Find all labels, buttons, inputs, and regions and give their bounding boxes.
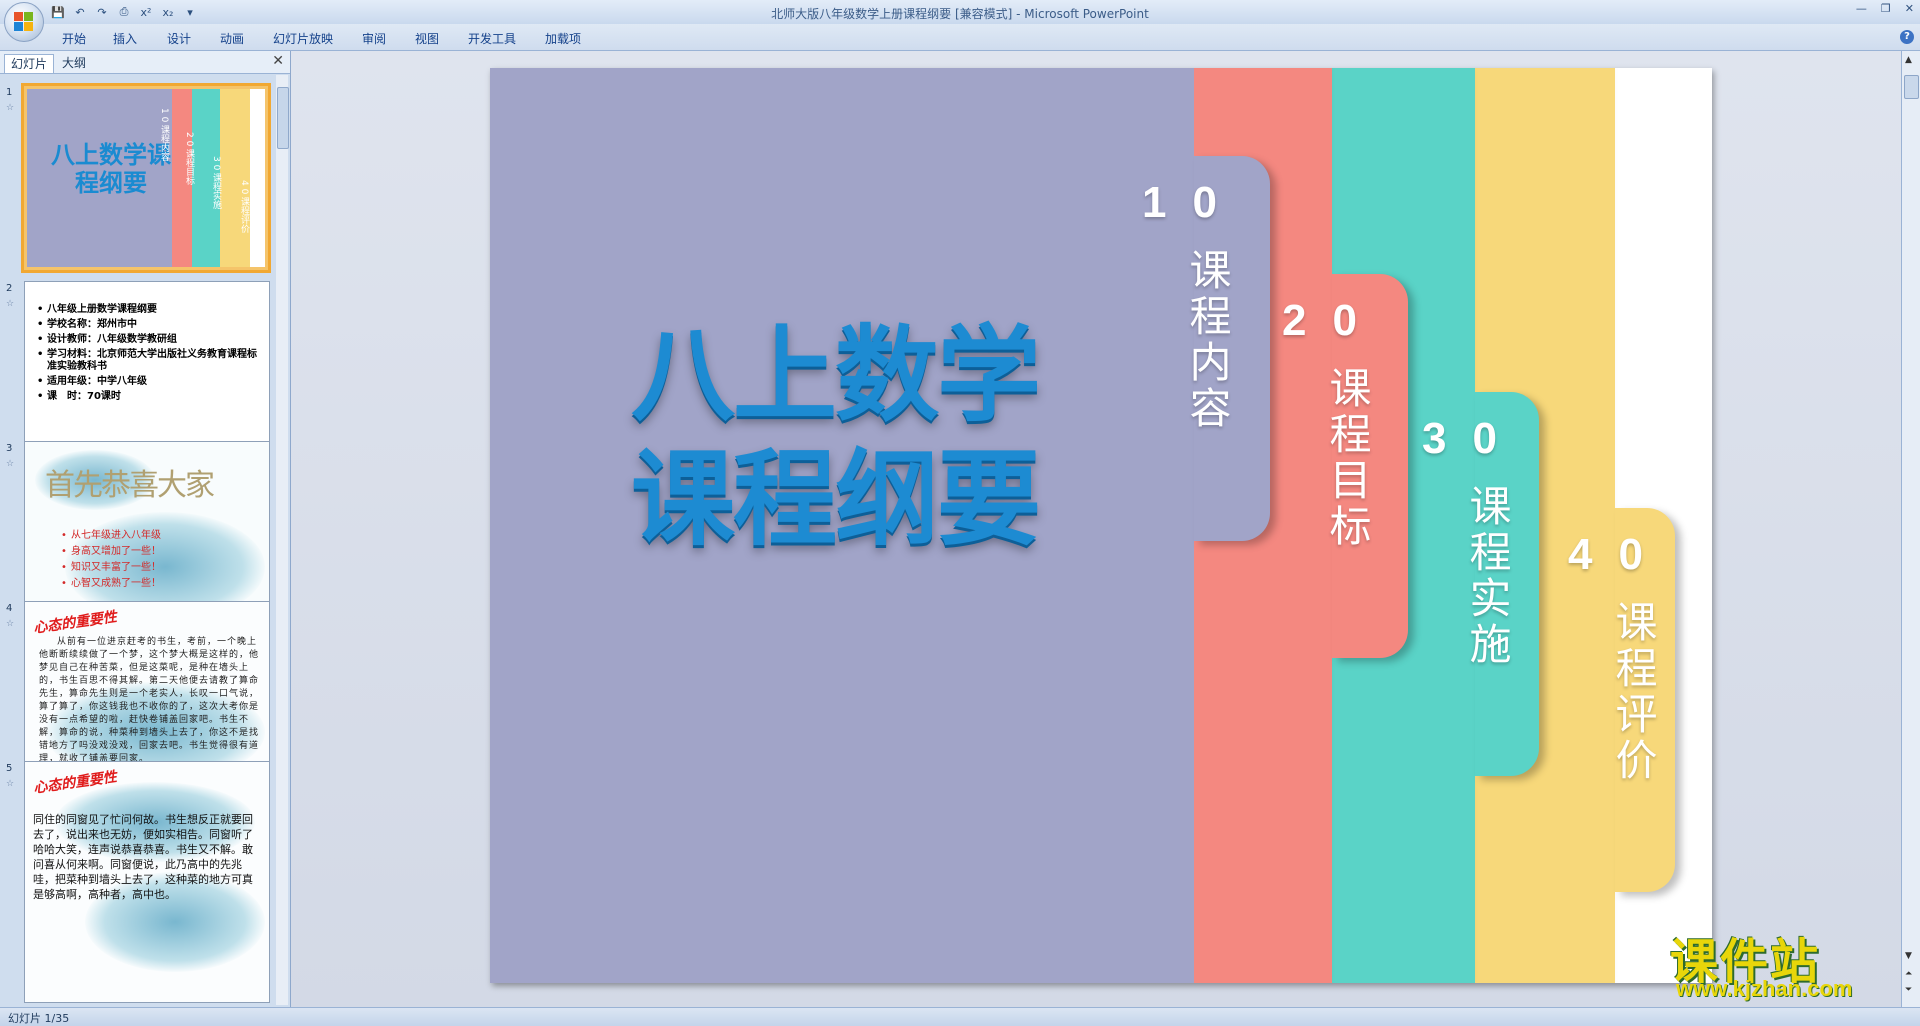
slide-title[interactable]: 八上数学 课程纲要 — [605, 313, 1065, 561]
scrollbar-thumb[interactable] — [277, 87, 289, 149]
tab-animations[interactable]: 动画 — [220, 30, 244, 47]
slide-title-line: 八上数学 — [630, 314, 1041, 436]
list-item: 学校名称：郑州市中 — [37, 319, 262, 331]
slide-thumbnail-3[interactable]: 首先恭喜大家 从七年级进入八年级 身高又增加了一些！ 知识又丰富了一些！ 心智又… — [24, 441, 270, 627]
tab-home[interactable]: 开始 — [62, 30, 86, 47]
section-number[interactable]: 20 — [1282, 296, 1383, 346]
slide-thumbnail-4[interactable]: 心态的重要性 从前有一位进京赶考的书生，考前，一个晚上他断断续续做了一个梦，这个… — [24, 601, 270, 787]
current-slide[interactable]: 八上数学 课程纲要 10 课程内容 20 课程目标 30 课程实施 40 课程评… — [490, 68, 1712, 983]
slide-number: 3 — [6, 443, 13, 454]
thumb-tab-label: 2 0 课程目标 — [184, 132, 194, 186]
window-title: 北师大版八年级数学上册课程纲要 [兼容模式] - Microsoft Power… — [771, 7, 1149, 21]
slide-number: 4 — [6, 603, 13, 614]
tab-insert[interactable]: 插入 — [113, 30, 137, 47]
animation-star-icon: ☆ — [6, 459, 15, 469]
slide-counter: 幻灯片 1/35 — [8, 1012, 70, 1025]
slides-pane: 幻灯片 大纲 ✕ 1 ☆ 八上数学课程纲要 1 0 课程内容 2 0 课程目标 … — [0, 51, 291, 1007]
prev-slide-icon[interactable]: ⏶ — [1905, 969, 1912, 979]
tab-review[interactable]: 审阅 — [362, 30, 386, 47]
tab-outline[interactable]: 大纲 — [56, 54, 92, 72]
ribbon-tabs: 开始 插入 设计 动画 幻灯片放映 审阅 视图 开发工具 加载项 ? — [0, 24, 1920, 51]
scroll-down-icon[interactable]: ▼ — [1905, 951, 1912, 961]
section-number[interactable]: 10 — [1142, 178, 1243, 228]
slide-number: 5 — [6, 763, 13, 774]
animation-star-icon: ☆ — [6, 619, 15, 629]
section-label[interactable]: 课程目标 — [1317, 366, 1378, 550]
window-controls: — ❐ ✕ — [1856, 2, 1914, 15]
thumb-body-text: 同住的同窗见了忙问何故。书生想反正就要回去了，说出来也无妨，便如实相告。同窗听了… — [33, 813, 253, 901]
thumb-bullet-list: 八年级上册数学课程纲要 学校名称：郑州市中 设计教师：八年级数学教研组 学习材料… — [37, 304, 262, 406]
tab-slides[interactable]: 幻灯片 — [4, 54, 55, 73]
minimize-icon[interactable]: — — [1856, 2, 1867, 15]
list-item: 学习材料：北京师范大学出版社义务教育课程标准实验教科书 — [37, 349, 262, 373]
tab-slideshow[interactable]: 幻灯片放映 — [273, 30, 333, 47]
scrollbar-thumb[interactable] — [1904, 75, 1919, 99]
close-icon[interactable]: ✕ — [1905, 2, 1914, 15]
pane-scrollbar[interactable] — [276, 75, 289, 1005]
status-bar: 幻灯片 1/35 — [0, 1007, 1920, 1026]
thumb-tab-label: 4 0 课程评价 — [239, 180, 249, 234]
thumb-title: 心态的重要性 — [32, 609, 118, 637]
next-slide-icon[interactable]: ⏷ — [1905, 985, 1912, 995]
section-number[interactable]: 30 — [1422, 414, 1523, 464]
thumb-band-white — [250, 89, 265, 267]
section-number[interactable]: 40 — [1568, 530, 1669, 580]
list-item: 心智又成熟了一些！ — [61, 576, 161, 592]
restore-icon[interactable]: ❐ — [1881, 2, 1891, 15]
site-watermark: 课件站 www.kjzhan.com — [1670, 922, 1902, 1006]
thumb-tab-label: 1 0 课程内容 — [159, 108, 169, 162]
list-item: 身高又增加了一些！ — [61, 544, 161, 560]
section-label[interactable]: 课程内容 — [1177, 248, 1238, 432]
slide-thumbnail-2[interactable]: 八年级上册数学课程纲要 学校名称：郑州市中 设计教师：八年级数学教研组 学习材料… — [24, 281, 270, 467]
slide-title-line: 课程纲要 — [630, 438, 1041, 560]
list-item: 知识又丰富了一些！ — [61, 560, 161, 576]
scroll-up-icon[interactable]: ▲ — [1905, 55, 1912, 65]
list-item: 适用年级：中学八年级 — [37, 376, 262, 388]
watermark-url: www.kjzhan.com — [1676, 976, 1853, 1001]
thumb-bullet-list: 从七年级进入八年级 身高又增加了一些！ 知识又丰富了一些！ 心智又成熟了一些！ — [61, 528, 161, 592]
section-label[interactable]: 课程评价 — [1603, 600, 1664, 784]
list-item: 设计教师：八年级数学教研组 — [37, 334, 262, 346]
slide-number: 1 — [6, 87, 13, 98]
tab-addins[interactable]: 加载项 — [545, 30, 581, 47]
section-label[interactable]: 课程实施 — [1457, 484, 1518, 668]
pane-tabs: 幻灯片 大纲 ✕ — [0, 51, 290, 74]
tab-developer[interactable]: 开发工具 — [468, 30, 516, 47]
thumb-tab-label: 3 0 课程实施 — [211, 156, 221, 210]
thumb-title: 首先恭喜大家 — [45, 468, 215, 503]
office-logo-icon — [14, 12, 34, 32]
help-icon[interactable]: ? — [1900, 30, 1914, 44]
tab-view[interactable]: 视图 — [415, 30, 439, 47]
title-bar: 💾 ↶ ↷ ⎙ x² x₂ ▾ 北师大版八年级数学上册课程纲要 [兼容模式] -… — [0, 0, 1920, 24]
close-pane-icon[interactable]: ✕ — [272, 53, 284, 69]
list-item: 八年级上册数学课程纲要 — [37, 304, 262, 316]
slide-thumbnail-1[interactable]: 八上数学课程纲要 1 0 课程内容 2 0 课程目标 3 0 课程实施 4 0 … — [21, 83, 271, 273]
editor-scrollbar[interactable]: ▲ ▼ ⏶ ⏷ — [1901, 51, 1920, 1007]
slide-thumbnail-5[interactable]: 心态的重要性 同住的同窗见了忙问何故。书生想反正就要回去了，说出来也无妨，便如实… — [24, 761, 270, 1003]
tab-design[interactable]: 设计 — [167, 30, 191, 47]
thumb-title: 八上数学课程纲要 — [51, 141, 171, 197]
list-item: 从七年级进入八年级 — [61, 528, 161, 544]
animation-star-icon: ☆ — [6, 779, 15, 789]
list-item: 课 时：70课时 — [37, 391, 262, 403]
animation-star-icon: ☆ — [6, 103, 15, 113]
office-button[interactable] — [4, 2, 44, 42]
slide-number: 2 — [6, 283, 13, 294]
thumb-body-text: 从前有一位进京赶考的书生，考前，一个晚上他断断续续做了一个梦，这个梦大概是这样的… — [39, 637, 260, 764]
animation-star-icon: ☆ — [6, 299, 15, 309]
